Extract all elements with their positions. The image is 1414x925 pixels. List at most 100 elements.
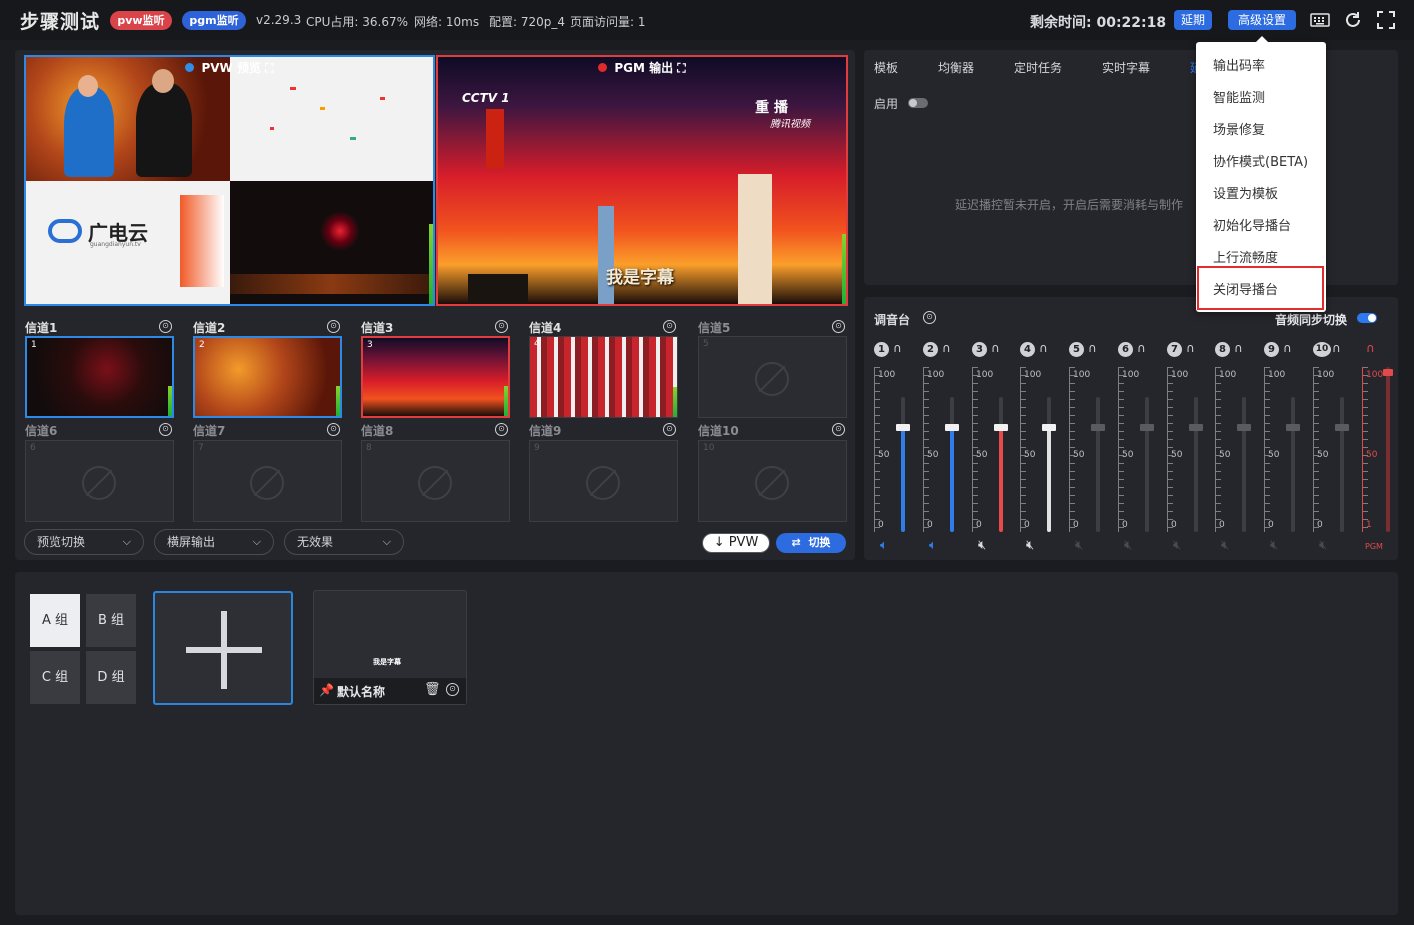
fader-knob[interactable] — [1383, 368, 1393, 376]
fader-knob[interactable] — [1237, 423, 1251, 431]
menu-item-collab-mode[interactable]: 协作模式(BETA) — [1213, 151, 1308, 170]
tab-scheduled-tasks[interactable]: 定时任务 — [1014, 59, 1062, 76]
menu-item-set-template[interactable]: 设置为模板 — [1213, 183, 1278, 202]
advanced-settings-button[interactable]: 高级设置 — [1228, 10, 1296, 30]
channel-thumb-2[interactable]: 2 — [193, 336, 342, 418]
headphone-icon[interactable]: ∩ — [1186, 341, 1195, 355]
fullscreen-icon[interactable] — [1376, 10, 1396, 30]
channel-thumb-8[interactable]: 8 — [361, 440, 510, 522]
speaker-icon[interactable]: 🔇︎ — [1075, 538, 1083, 553]
scene-settings-icon[interactable]: ⊙ — [446, 683, 459, 696]
channel-thumb-9[interactable]: 9 — [529, 440, 678, 522]
headphone-icon[interactable]: ∩ — [1039, 341, 1048, 355]
pgm-master-fader[interactable] — [1383, 367, 1393, 532]
tab-equalizer[interactable]: 均衡器 — [938, 59, 974, 76]
send-to-pvw-button[interactable]: ↓ PVW — [702, 533, 770, 553]
headphone-icon[interactable]: ∩ — [1137, 341, 1146, 355]
volume-fader-2[interactable] — [945, 397, 959, 532]
group-a-button[interactable]: A 组 — [30, 594, 80, 647]
pgm-headphone-icon[interactable]: ∩ — [1366, 341, 1375, 355]
delay-button[interactable]: 延期 — [1174, 10, 1212, 30]
group-d-button[interactable]: D 组 — [86, 651, 136, 704]
menu-item-smart-monitor[interactable]: 智能监测 — [1213, 87, 1265, 106]
headphone-icon[interactable]: ∩ — [893, 341, 902, 355]
pvw-monitor-button[interactable]: pvw监听 — [110, 11, 172, 30]
channel-thumb-7[interactable]: 7 — [193, 440, 342, 522]
fader-knob[interactable] — [896, 423, 910, 431]
channel-settings-icon[interactable]: ⊙ — [327, 423, 340, 436]
channel-settings-icon[interactable]: ⊙ — [663, 320, 676, 333]
channel-thumb-6[interactable]: 6 — [25, 440, 174, 522]
channel-settings-icon[interactable]: ⊙ — [327, 320, 340, 333]
fader-knob[interactable] — [1286, 423, 1300, 431]
volume-fader-6[interactable] — [1140, 397, 1154, 532]
fader-knob[interactable] — [994, 423, 1008, 431]
pvw-preview-screen[interactable]: PVW 预览 ⛶ 广电云 guangdianyun.tv — [24, 55, 435, 306]
channel-settings-icon[interactable]: ⊙ — [495, 320, 508, 333]
volume-fader-7[interactable] — [1189, 397, 1203, 532]
speaker-icon[interactable]: 🔈︎ — [880, 538, 888, 553]
pin-icon[interactable]: 📌 — [319, 683, 334, 697]
group-b-button[interactable]: B 组 — [86, 594, 136, 647]
audio-sync-toggle[interactable] — [1357, 313, 1377, 323]
keyboard-icon[interactable] — [1310, 10, 1330, 30]
speaker-icon[interactable]: 🔇︎ — [1221, 538, 1229, 553]
channel-thumb-10[interactable]: 10 — [698, 440, 847, 522]
fader-knob[interactable] — [1189, 423, 1203, 431]
pgm-output-screen[interactable]: PGM 输出 ⛶ CCTV 1 重 播 腾讯视频 我是字幕 — [436, 55, 848, 306]
add-scene-button[interactable] — [153, 591, 293, 705]
headphone-icon[interactable]: ∩ — [1283, 341, 1292, 355]
volume-fader-9[interactable] — [1286, 397, 1300, 532]
speaker-icon[interactable]: 🔇︎ — [978, 538, 986, 553]
channel-settings-icon[interactable]: ⊙ — [832, 320, 845, 333]
channel-settings-icon[interactable]: ⊙ — [495, 423, 508, 436]
channel-thumb-4[interactable]: 4 — [529, 336, 678, 418]
fader-knob[interactable] — [1042, 423, 1056, 431]
switch-button[interactable]: ⇄ 切换 — [776, 533, 846, 553]
speaker-icon[interactable]: 🔈︎ — [929, 538, 937, 553]
channel-thumb-5[interactable]: 5 — [698, 336, 847, 418]
volume-fader-10[interactable] — [1335, 397, 1349, 532]
fader-knob[interactable] — [1335, 423, 1349, 431]
volume-fader-5[interactable] — [1091, 397, 1105, 532]
pgm-monitor-button[interactable]: pgm监听 — [182, 11, 246, 30]
menu-item-scene-repair[interactable]: 场景修复 — [1213, 119, 1265, 138]
headphone-icon[interactable]: ∩ — [1088, 341, 1097, 355]
headphone-icon[interactable]: ∩ — [1332, 341, 1341, 355]
menu-item-output-bitrate[interactable]: 输出码率 — [1213, 55, 1265, 74]
volume-fader-3[interactable] — [994, 397, 1008, 532]
headphone-icon[interactable]: ∩ — [1234, 341, 1243, 355]
tab-template[interactable]: 模板 — [874, 59, 898, 76]
refresh-icon[interactable] — [1343, 10, 1363, 30]
fader-knob[interactable] — [1091, 423, 1105, 431]
mixer-settings-icon[interactable]: ⊙ — [923, 311, 936, 324]
headphone-icon[interactable]: ∩ — [942, 341, 951, 355]
channel-settings-icon[interactable]: ⊙ — [832, 423, 845, 436]
speaker-icon[interactable]: 🔇︎ — [1173, 538, 1181, 553]
preview-switch-dropdown[interactable]: 预览切换 ⌵ — [24, 529, 144, 555]
effect-dropdown[interactable]: 无效果 ⌵ — [284, 529, 404, 555]
speaker-icon[interactable]: 🔇︎ — [1270, 538, 1278, 553]
enable-toggle[interactable] — [908, 98, 928, 108]
channel-settings-icon[interactable]: ⊙ — [159, 423, 172, 436]
tab-realtime-subtitles[interactable]: 实时字幕 — [1102, 59, 1150, 76]
volume-fader-8[interactable] — [1237, 397, 1251, 532]
channel-settings-icon[interactable]: ⊙ — [663, 423, 676, 436]
output-mode-dropdown[interactable]: 横屏输出 ⌵ — [154, 529, 274, 555]
speaker-icon[interactable]: 🔇︎ — [1026, 538, 1034, 553]
fader-knob[interactable] — [945, 423, 959, 431]
speaker-icon[interactable]: 🔇︎ — [1124, 538, 1132, 553]
fader-knob[interactable] — [1140, 423, 1154, 431]
channel-settings-icon[interactable]: ⊙ — [159, 320, 172, 333]
group-c-button[interactable]: C 组 — [30, 651, 80, 704]
trash-icon[interactable]: 🗑 — [424, 682, 441, 697]
menu-item-upstream-fluency[interactable]: 上行流畅度 — [1213, 247, 1278, 266]
headphone-icon[interactable]: ∩ — [991, 341, 1000, 355]
volume-fader-1[interactable] — [896, 397, 910, 532]
volume-fader-4[interactable] — [1042, 397, 1056, 532]
scene-name[interactable]: 默认名称 — [337, 683, 385, 700]
menu-item-init-console[interactable]: 初始化导播台 — [1213, 215, 1291, 234]
channel-thumb-1[interactable]: 1 — [25, 336, 174, 418]
speaker-icon[interactable]: 🔇︎ — [1319, 538, 1327, 553]
channel-thumb-3[interactable]: 3 — [361, 336, 510, 418]
